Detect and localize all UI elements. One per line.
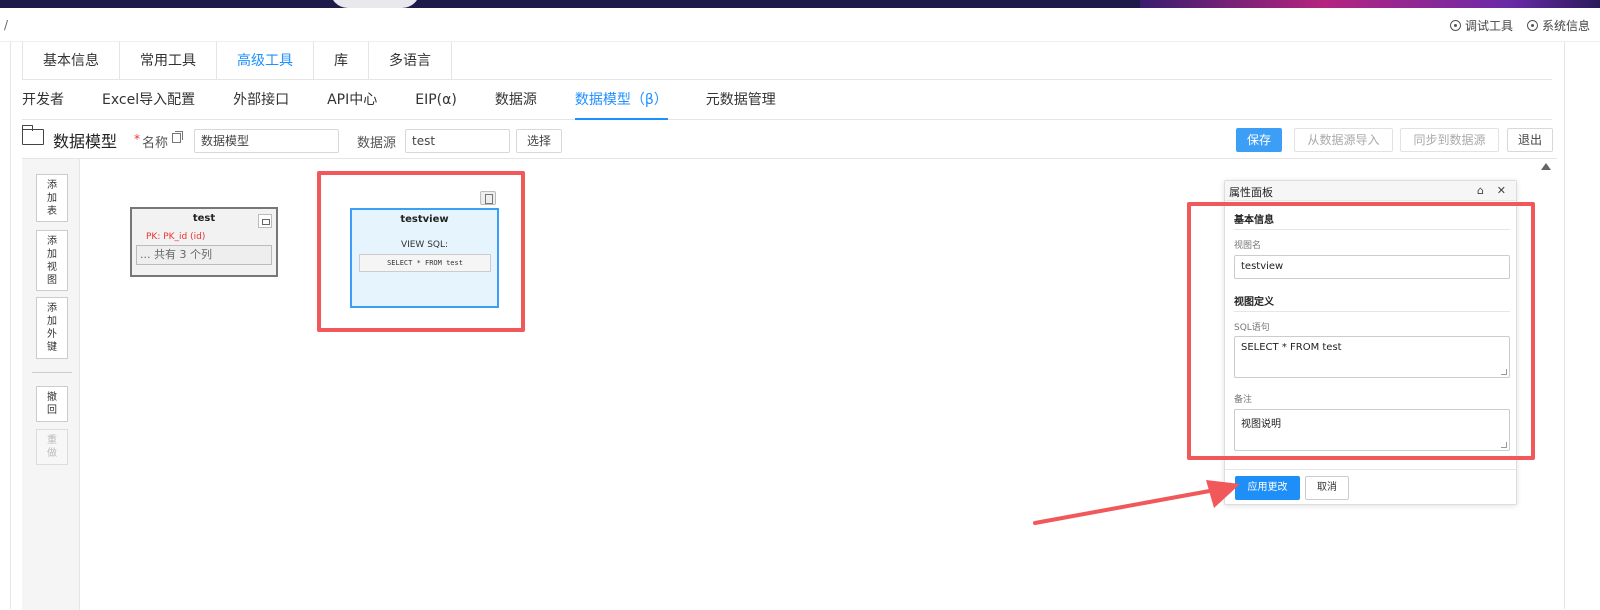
select-button[interactable]: 选择 (516, 129, 562, 153)
subtab-api-center[interactable]: API中心 (327, 80, 377, 120)
page-title: 数据模型 (53, 132, 118, 151)
gear-icon (1526, 20, 1538, 31)
subtab-excel-import[interactable]: Excel导入配置 (102, 80, 195, 120)
debug-icon (1449, 20, 1461, 31)
name-input[interactable]: 数据模型 (194, 129, 339, 153)
add-foreign-key-button[interactable]: 添 加 外 键 (36, 297, 68, 359)
undo-button[interactable]: 撤 回 (36, 386, 68, 422)
view-sql: SELECT * FROM test (359, 254, 491, 272)
datasource-label: 数据源 (357, 136, 397, 151)
table-name: test (192, 213, 216, 224)
folder-icon (21, 125, 44, 145)
exit-button[interactable]: 退出 (1507, 128, 1553, 152)
property-panel-header: 属性面板 ⌂ ✕ (1225, 181, 1516, 201)
home-icon[interactable]: ⌂ (1477, 184, 1484, 197)
close-icon[interactable]: ✕ (1497, 184, 1506, 197)
breadcrumb: / (4, 18, 9, 32)
cancel-button[interactable]: 取消 (1305, 476, 1349, 500)
system-info-label: 系统信息 (1541, 19, 1590, 33)
add-view-button[interactable]: 添 加 视 图 (36, 230, 68, 291)
add-view-label: 添 加 视 图 (47, 236, 57, 286)
name-label: 名称 (142, 136, 169, 151)
banner-glow (1140, 0, 1600, 8)
subtab-metadata[interactable]: 元数据管理 (706, 80, 776, 120)
model-toolbar: 数据模型 * 名称 数据模型 数据源 test 选择 保存 从数据源导入 同步到… (21, 122, 1557, 158)
tab-advanced-tools[interactable]: 高级工具 (217, 42, 314, 80)
subtab-datasource[interactable]: 数据源 (495, 80, 537, 120)
debug-tool-link[interactable]: 调试工具 (1449, 17, 1513, 34)
subtab-developer[interactable]: 开发者 (22, 80, 64, 120)
canvas-tool-panel: 添 加 表 添 加 视 图 添 加 外 键 撤 回 重 做 (22, 159, 80, 610)
collapse-icon[interactable] (258, 214, 272, 228)
view-name: testview (400, 214, 449, 225)
annotation-highlight-properties (1187, 202, 1535, 460)
banner-figure (330, 0, 420, 8)
subtab-data-model[interactable]: 数据模型（β） (574, 80, 668, 120)
undo-label: 撤 回 (47, 392, 57, 416)
table-node-test[interactable]: test PK: PK_id (id) ... 共有 3 个列 (130, 207, 278, 277)
subtab-external-api[interactable]: 外部接口 (233, 80, 289, 120)
top-bar-actions: 调试工具 系统信息 (1449, 17, 1590, 34)
datasource-input[interactable]: test (405, 129, 510, 153)
primary-key: PK: PK_id (id) (146, 232, 206, 242)
main-tabs: 基本信息 常用工具 高级工具 库 多语言 (22, 42, 1552, 80)
tool-separator (32, 372, 72, 373)
tab-common-tools[interactable]: 常用工具 (120, 42, 217, 80)
debug-tool-label: 调试工具 (1464, 19, 1513, 33)
copy-icon[interactable] (172, 131, 183, 143)
add-table-label: 添 加 表 (47, 180, 57, 217)
required-mark: * (134, 132, 140, 146)
sub-tabs: 开发者 Excel导入配置 外部接口 API中心 EIP(α) 数据源 数据模型… (22, 80, 1552, 120)
tab-basic-info[interactable]: 基本信息 (23, 42, 120, 80)
view-node-testview[interactable]: testview VIEW SQL: SELECT * FROM test (350, 208, 499, 308)
scroll-up-arrow[interactable] (1541, 163, 1551, 170)
save-button[interactable]: 保存 (1236, 128, 1282, 152)
panel-footer-divider (1225, 469, 1516, 470)
import-from-datasource-button[interactable]: 从数据源导入 (1294, 128, 1393, 152)
top-banner (0, 0, 1600, 8)
view-sql-heading: VIEW SQL: (400, 240, 449, 250)
add-fk-label: 添 加 外 键 (47, 303, 57, 353)
subtab-eip[interactable]: EIP(α) (415, 80, 457, 120)
add-table-button[interactable]: 添 加 表 (36, 174, 68, 222)
columns-summary[interactable]: ... 共有 3 个列 (136, 245, 272, 265)
system-info-link[interactable]: 系统信息 (1526, 17, 1590, 34)
sync-to-datasource-button[interactable]: 同步到数据源 (1400, 128, 1499, 152)
tab-multi-language[interactable]: 多语言 (369, 42, 452, 80)
redo-button[interactable]: 重 做 (36, 429, 68, 465)
tab-library[interactable]: 库 (314, 42, 369, 80)
delete-icon[interactable] (480, 191, 496, 205)
property-panel-title: 属性面板 (1229, 186, 1273, 199)
annotation-arrow (1033, 480, 1240, 525)
top-bar: / 调试工具 系统信息 (0, 8, 1600, 42)
redo-label: 重 做 (47, 435, 57, 459)
